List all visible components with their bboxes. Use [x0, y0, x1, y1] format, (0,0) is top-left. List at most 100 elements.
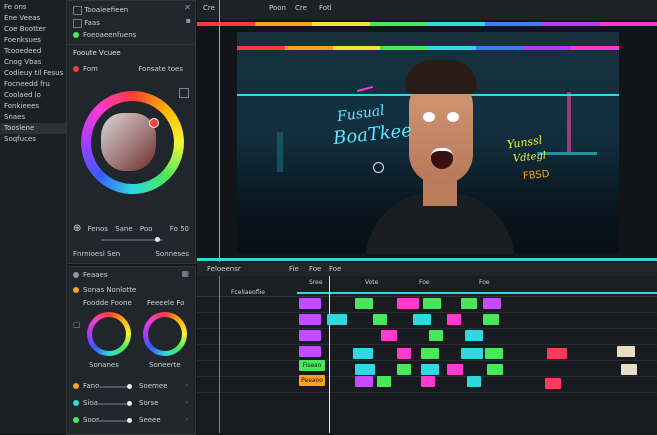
media-list-item[interactable]: Cnog Vbas	[0, 57, 66, 68]
slider-label: Sioa	[83, 399, 98, 407]
timeline-clip-labeled-b[interactable]: Peeaoo	[299, 375, 325, 386]
add-icon[interactable]: ⊕	[73, 223, 81, 234]
grid-icon[interactable]: ▦	[181, 269, 189, 278]
adjust-slider-track[interactable]	[97, 420, 127, 422]
timeline-playhead[interactable]	[329, 276, 330, 433]
timeline-clip[interactable]	[299, 330, 321, 341]
timeline-clip[interactable]	[423, 298, 441, 309]
top-panel-row-label: Foeoaeenfuens	[83, 31, 136, 39]
timeline-clip[interactable]	[447, 364, 463, 375]
color-slider-knob[interactable]	[155, 237, 160, 242]
media-list-item[interactable]: Soqfuces	[0, 134, 66, 145]
track-separator	[197, 392, 657, 393]
media-list-item[interactable]: Fe ons	[0, 2, 66, 13]
media-list-item[interactable]: Snaes	[0, 112, 66, 123]
square-icon[interactable]: ▢	[73, 320, 81, 329]
neon-text-right-3: FBSD	[523, 169, 550, 182]
timeline-clip[interactable]	[353, 348, 373, 359]
top-panel-row-label: Faas	[84, 19, 100, 27]
timeline-clip[interactable]	[377, 376, 391, 387]
rainbow-segment	[485, 22, 543, 26]
top-panel: Tooaieefieen Faas Foeoaeenfuens ✕ ▪	[66, 0, 196, 45]
media-list-item[interactable]: Coolaed lo	[0, 90, 66, 101]
track-separator	[197, 312, 657, 313]
color-wheel-2-inner	[148, 317, 182, 351]
timeline-clip[interactable]	[465, 330, 483, 341]
ruler-label: Foe	[419, 279, 430, 286]
timeline-clip[interactable]	[483, 314, 499, 325]
timeline-clip[interactable]	[413, 314, 431, 325]
timeline-clip[interactable]	[397, 364, 411, 375]
viewer-divider	[197, 258, 657, 261]
control-label: Sane	[115, 225, 132, 233]
rainbow-segment	[237, 46, 285, 50]
top-panel-row-3[interactable]: Foeoaeenfuens	[73, 29, 189, 41]
top-panel-row-1[interactable]: Tooaieefieen	[73, 4, 189, 16]
timeline-clip[interactable]	[327, 314, 347, 325]
media-list-item[interactable]: Foenksues	[0, 35, 66, 46]
rainbow-segment	[428, 46, 476, 50]
media-list-item[interactable]: Focneedd fru	[0, 79, 66, 90]
slider-menu-icon[interactable]: ◦	[185, 414, 189, 426]
media-list-item[interactable]: Codieuy til Fesus	[0, 68, 66, 79]
adjust-slider-knob[interactable]	[127, 384, 132, 389]
slider-menu-icon[interactable]: ◦	[185, 380, 189, 392]
playhead-line[interactable]	[219, 0, 220, 262]
media-list-item[interactable]: Fonkieees	[0, 101, 66, 112]
timeline-clip[interactable]	[483, 298, 501, 309]
adjust-slider-track[interactable]	[97, 403, 127, 405]
checkbox-icon[interactable]	[73, 19, 82, 28]
timeline-clip[interactable]	[381, 330, 397, 341]
timeline-clip[interactable]	[355, 298, 373, 309]
timeline-clip[interactable]	[299, 314, 321, 325]
timeline-clip[interactable]	[355, 376, 373, 387]
media-list-item[interactable]: Coe Bootter	[0, 24, 66, 35]
media-list-item[interactable]: Tooslene	[0, 123, 66, 134]
timeline-clip[interactable]	[621, 364, 637, 375]
close-icon[interactable]: ✕	[184, 3, 191, 12]
timeline-clip[interactable]	[447, 314, 461, 325]
person-eye-left	[423, 112, 435, 122]
timeline-clip[interactable]	[299, 346, 321, 357]
lock-icon[interactable]: ▪	[186, 16, 191, 25]
timeline-clip[interactable]	[355, 364, 375, 375]
timeline-header-label: Foe	[309, 265, 321, 273]
timeline-clip[interactable]	[421, 364, 439, 375]
color-picker-square[interactable]	[101, 113, 156, 171]
timeline-clip[interactable]	[461, 298, 477, 309]
timeline-clip[interactable]	[421, 376, 435, 387]
timeline-clip[interactable]	[421, 348, 439, 359]
timeline-clip[interactable]	[467, 376, 481, 387]
expand-icon[interactable]	[179, 88, 189, 98]
media-list-item[interactable]: Ene Veeas	[0, 13, 66, 24]
person-eye-right	[447, 112, 459, 122]
timeline-clip-labeled-a[interactable]: Fiseao	[299, 360, 325, 371]
timeline-clip[interactable]	[397, 298, 419, 309]
timeline-clip[interactable]	[373, 314, 387, 325]
timeline-clip[interactable]	[617, 346, 635, 357]
person-hair	[405, 60, 477, 94]
wheels-subtitle: Sonas Nonlotte	[73, 284, 189, 296]
slider-menu-icon[interactable]: ◦	[185, 397, 189, 409]
timeline-clip[interactable]	[397, 348, 411, 359]
color-picker-handle[interactable]	[149, 118, 159, 128]
color-footer: Fnrnioesl Sen Sonneses	[73, 248, 189, 260]
timeline-header-label: Feloeensr	[207, 265, 241, 273]
color-slider-track[interactable]	[101, 239, 163, 241]
timeline-clip[interactable]	[429, 330, 443, 341]
adjust-slider-knob[interactable]	[127, 418, 132, 423]
timeline-clip[interactable]	[547, 348, 567, 359]
timeline-clip[interactable]	[545, 378, 561, 389]
adjust-slider-track[interactable]	[97, 386, 127, 388]
top-panel-row-2[interactable]: Faas	[73, 17, 189, 29]
timeline-header-label: Foe	[329, 265, 341, 273]
timeline-playhead-2[interactable]	[219, 276, 220, 433]
timeline-clip[interactable]	[299, 298, 321, 309]
timeline-clip[interactable]	[461, 348, 483, 359]
checkbox-icon[interactable]	[73, 6, 82, 15]
adjust-slider-knob[interactable]	[127, 401, 132, 406]
media-list-item[interactable]: Tcooedeed	[0, 46, 66, 57]
timeline-clip[interactable]	[485, 348, 503, 359]
wheel-labels: Foodde Foone Feeeele Fo	[73, 297, 189, 309]
timeline-clip[interactable]	[487, 364, 503, 375]
